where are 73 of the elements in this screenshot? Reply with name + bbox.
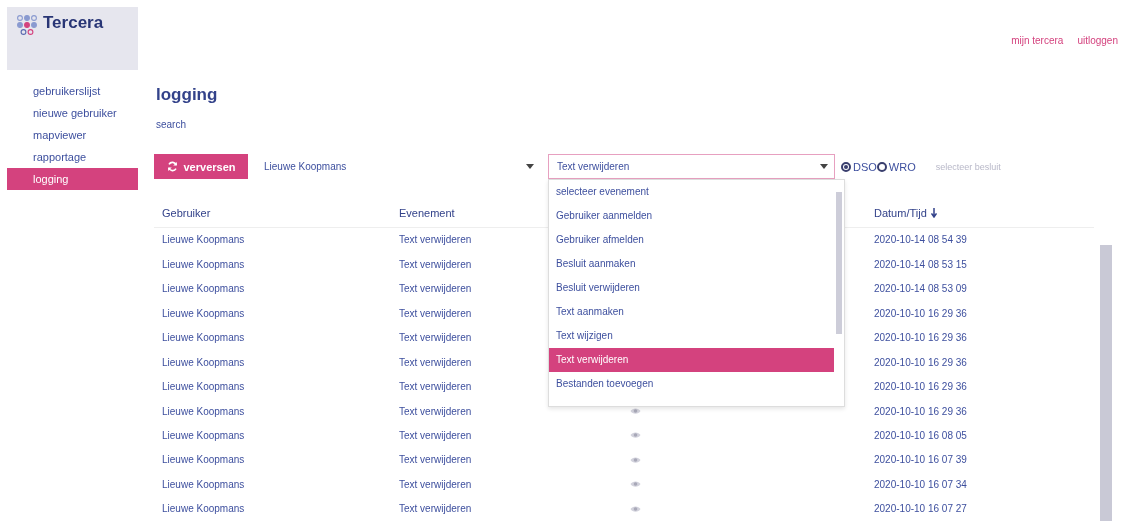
table-cell: 2020-10-10 16 29 36 [874,332,967,344]
table-cell: 2020-10-10 16 29 36 [874,405,967,417]
dropdown-option[interactable]: Besluit verwijderen [549,276,834,300]
dropdown-option[interactable]: Bestanden toevoegen [549,372,834,396]
table-cell: Lieuwe Koopmans [162,429,245,441]
table-cell: Text verwijderen [399,454,472,466]
dropdown-option[interactable]: Besluit aanmaken [549,252,834,276]
table-cell: 2020-10-10 16 08 05 [874,429,967,441]
dropdown-option[interactable]: selecteer evenement [549,180,834,204]
table-cell: Text verwijderen [399,381,472,393]
table-cell: 2020-10-10 16 29 36 [874,381,967,393]
table-cell: Lieuwe Koopmans [162,283,245,295]
table-cell: Lieuwe Koopmans [162,307,245,319]
event-select[interactable]: Text verwijderen [548,154,835,179]
header-link[interactable]: uitloggen [1077,35,1118,47]
table-cell: Text verwijderen [399,356,472,368]
caret-icon [820,164,828,169]
dropdown-option[interactable]: Gebruiker aanmelden [549,204,834,228]
eye-icon[interactable] [630,431,641,440]
page-title: logging [156,85,219,105]
dropdown-option[interactable]: Text aanmaken [549,300,834,324]
search-label: search [156,119,187,130]
refresh-icon [166,161,178,172]
sidebar-item[interactable]: logging [7,168,138,190]
sidebar-item[interactable]: rapportage [7,146,138,168]
table-cell: Text verwijderen [399,503,472,515]
sidebar-item[interactable]: nieuwe gebruiker [7,102,138,124]
table-cell: Lieuwe Koopmans [162,258,245,270]
scrollbar[interactable] [834,180,844,406]
column-header[interactable]: Gebruiker [162,206,399,219]
refresh-button[interactable]: verversen [154,154,248,179]
table-cell: 2020-10-14 08 53 15 [874,258,967,270]
table-cell: 2020-10-10 16 07 34 [874,478,967,490]
table-cell: Lieuwe Koopmans [162,234,245,246]
user-select[interactable]: Lieuwe Koopmans [258,154,538,179]
dropdown-option[interactable]: Text verwijderen [549,348,834,372]
eye-icon[interactable] [630,407,641,415]
table-cell: Text verwijderen [399,429,472,441]
table-cell: Text verwijderen [399,283,472,295]
table-cell: Text verwijderen [399,478,472,490]
table-cell: Lieuwe Koopmans [162,405,245,417]
table-cell: Lieuwe Koopmans [162,356,245,368]
table-cell: Lieuwe Koopmans [162,503,245,515]
dropdown-option[interactable]: Text wijzigen [549,324,834,348]
logo-icon [17,15,37,36]
radio-option[interactable]: WRO [876,160,916,173]
sidebar-item[interactable]: mapviewer [7,124,138,146]
logo-text: Tercera [43,15,104,31]
table-cell: 2020-10-10 16 29 36 [874,356,967,368]
eye-icon[interactable] [630,455,641,464]
table-cell: 2020-10-14 08 54 39 [874,234,967,246]
table-cell: 2020-10-10 16 29 36 [874,307,967,319]
column-header[interactable]: Datum/Tijd [874,206,927,219]
caret-icon [526,164,534,169]
table-cell: Lieuwe Koopmans [162,478,245,490]
eye-icon[interactable] [630,504,641,513]
eye-icon[interactable] [630,480,641,489]
header-link[interactable]: mijn tercera [1011,35,1064,47]
table-cell: Text verwijderen [399,405,472,417]
table-cell: Text verwijderen [399,234,472,246]
table-cell: Lieuwe Koopmans [162,381,245,393]
table-cell: 2020-10-10 16 07 27 [874,503,967,515]
sidebar-item[interactable]: gebruikerslijst [7,80,138,102]
table-cell: 2020-10-10 16 07 39 [874,454,967,466]
radio-option[interactable]: DSO [841,160,877,173]
table-cell: Text verwijderen [399,332,472,344]
dropdown-option[interactable]: Gebruiker afmelden [549,228,834,252]
table-cell: Text verwijderen [399,307,472,319]
table-cell: Lieuwe Koopmans [162,332,245,344]
table-cell: Text verwijderen [399,258,472,270]
table-cell: Lieuwe Koopmans [162,454,245,466]
sort-arrow-icon[interactable] [930,207,937,218]
table-cell: 2020-10-14 08 53 09 [874,283,967,295]
